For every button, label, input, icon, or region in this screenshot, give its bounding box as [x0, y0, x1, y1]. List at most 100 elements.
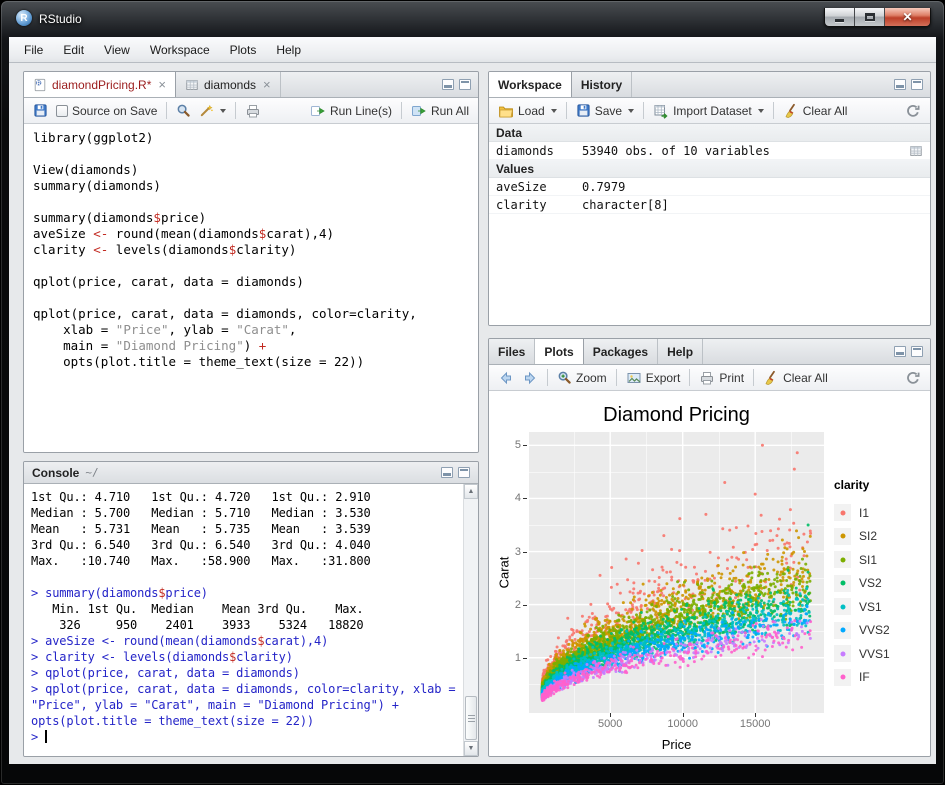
title-bar[interactable]: R RStudio ✕ — [1, 1, 944, 37]
legend-item: VS2 — [834, 572, 890, 596]
y-tick-label: 5 — [489, 439, 521, 451]
toolbar-separator — [643, 102, 644, 119]
window-title: RStudio — [39, 12, 82, 26]
pane-maximize-icon[interactable] — [911, 346, 923, 357]
tab-label: Plots — [544, 345, 573, 359]
run-lines-button[interactable]: Run Line(s) — [306, 101, 396, 121]
chevron-down-icon — [758, 109, 764, 113]
save-workspace-button[interactable]: Save — [572, 101, 638, 120]
console-cursor — [45, 730, 47, 743]
workspace-row-avesize[interactable]: aveSize 0.7979 — [489, 178, 930, 196]
scroll-down-button[interactable]: ▼ — [464, 741, 478, 756]
tab-help[interactable]: Help — [658, 339, 703, 364]
refresh-workspace-button[interactable] — [901, 101, 925, 121]
clear-workspace-button[interactable]: Clear All — [779, 101, 852, 121]
pane-maximize-icon[interactable] — [459, 79, 471, 90]
code-editor[interactable]: library(ggplot2) View(diamonds)summary(d… — [24, 124, 478, 452]
pane-maximize-icon[interactable] — [911, 79, 923, 90]
menu-workspace[interactable]: Workspace — [140, 39, 220, 61]
source-on-save-toggle[interactable]: Source on Save — [52, 102, 161, 120]
pane-minimize-icon[interactable] — [442, 79, 454, 90]
save-icon — [576, 103, 591, 118]
console-line: "Price", ylab = "Carat", main = "Diamond… — [31, 697, 461, 713]
object-name: aveSize — [496, 180, 582, 194]
source-on-save-checkbox[interactable] — [56, 105, 68, 117]
tab-packages[interactable]: Packages — [584, 339, 658, 364]
scroll-up-button[interactable]: ▲ — [464, 484, 478, 499]
tab-workspace[interactable]: Workspace — [489, 72, 572, 97]
y-tick-mark — [523, 658, 527, 659]
workspace-row-clarity[interactable]: clarity character[8] — [489, 196, 930, 214]
y-axis-label: Carat — [497, 557, 512, 589]
run-all-button[interactable]: Run All — [407, 101, 473, 121]
legend-key-swatch — [834, 528, 851, 545]
print-label: Print — [719, 371, 744, 385]
code-line — [33, 146, 478, 162]
console-scrollbar[interactable]: ▲ ▼ — [463, 484, 478, 756]
find-replace-button[interactable] — [172, 101, 195, 120]
tab-files[interactable]: Files — [489, 339, 535, 364]
menu-help[interactable]: Help — [266, 39, 311, 61]
legend-item: VVS2 — [834, 619, 890, 643]
minimize-button[interactable] — [825, 8, 855, 26]
save-icon — [33, 103, 48, 118]
maximize-button[interactable] — [855, 8, 885, 26]
previous-plot-button[interactable] — [494, 368, 518, 388]
pane-maximize-icon[interactable] — [458, 467, 470, 478]
export-plot-button[interactable]: Export — [622, 368, 685, 388]
menu-plots[interactable]: Plots — [220, 39, 267, 61]
pane-minimize-icon[interactable] — [441, 467, 453, 478]
tab-history[interactable]: History — [572, 72, 632, 97]
next-plot-button[interactable] — [518, 368, 542, 388]
y-tick-label: 4 — [489, 492, 521, 504]
tab-label: History — [581, 78, 622, 92]
object-name: clarity — [496, 198, 582, 212]
pane-minimize-icon[interactable] — [894, 346, 906, 357]
pane-minimize-icon[interactable] — [894, 79, 906, 90]
code-line: aveSize <- round(mean(diamonds$carat),4) — [33, 226, 478, 242]
workspace-row-diamonds[interactable]: diamonds 53940 obs. of 10 variables — [489, 142, 930, 160]
chart-legend: clarity I1SI2SI1VS2VS1VVS2VVS1IF — [834, 478, 890, 689]
pane-window-controls — [442, 79, 471, 90]
legend-item: VS1 — [834, 595, 890, 619]
legend-key-swatch — [834, 645, 851, 662]
console-title: Console — [32, 466, 79, 480]
load-workspace-button[interactable]: Load — [494, 101, 561, 121]
clear-plots-button[interactable]: Clear All — [759, 368, 832, 388]
console-output[interactable]: 1st Qu.: 4.710 1st Qu.: 4.720 1st Qu.: 2… — [31, 489, 461, 756]
save-button[interactable] — [29, 101, 52, 120]
workspace-toolbar: Load Save — [489, 98, 930, 124]
console-line: 1st Qu.: 4.710 1st Qu.: 4.720 1st Qu.: 2… — [31, 489, 461, 505]
x-axis-label: Price — [529, 737, 824, 752]
object-name: diamonds — [496, 144, 582, 158]
maximize-icon — [865, 13, 875, 21]
console-body[interactable]: 1st Qu.: 4.710 1st Qu.: 4.720 1st Qu.: 2… — [24, 484, 478, 756]
legend-label: VVS1 — [859, 647, 890, 661]
tab-close-icon[interactable]: × — [263, 78, 271, 91]
scrollbar-thumb[interactable] — [465, 696, 477, 740]
code-tools-button[interactable] — [195, 101, 230, 120]
printer-icon — [245, 103, 261, 119]
view-data-button[interactable] — [909, 144, 923, 158]
plots-pane: Files Plots Packages Help — [488, 338, 931, 757]
import-dataset-label: Import Dataset — [673, 104, 752, 118]
broom-icon — [763, 370, 779, 386]
print-plot-button[interactable]: Print — [695, 368, 748, 388]
zoom-plot-button[interactable]: Zoom — [553, 368, 611, 387]
tab-diamondpricing[interactable]: R diamondPricing.R* × — [24, 72, 176, 97]
import-dataset-button[interactable]: Import Dataset — [649, 101, 768, 121]
menu-edit[interactable]: Edit — [53, 39, 94, 61]
tab-plots[interactable]: Plots — [535, 339, 583, 364]
refresh-plot-button[interactable] — [901, 368, 925, 388]
tab-close-icon[interactable]: × — [158, 78, 166, 91]
plots-tabstrip: Files Plots Packages Help — [489, 339, 930, 365]
tab-diamonds[interactable]: diamonds × — [176, 72, 281, 97]
menu-view[interactable]: View — [94, 39, 140, 61]
object-value: 0.7979 — [582, 180, 625, 194]
chevron-down-icon — [551, 109, 557, 113]
legend-key-swatch — [834, 551, 851, 568]
menu-file[interactable]: File — [14, 39, 53, 61]
console-line: opts(plot.title = theme_text(size = 22)) — [31, 713, 461, 729]
close-button[interactable]: ✕ — [885, 8, 930, 26]
print-source-button[interactable] — [241, 101, 265, 121]
